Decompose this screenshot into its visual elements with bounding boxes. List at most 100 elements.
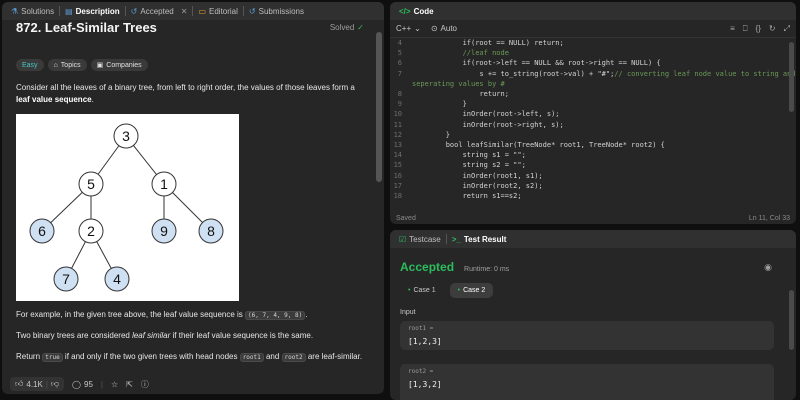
- line-number: 16: [393, 171, 402, 180]
- code-line[interactable]: 5 //leaf node: [390, 48, 796, 58]
- input-box-root2: root2 = [1,3,2]: [400, 364, 774, 400]
- line-text: inOrder(root->right, s);: [412, 120, 564, 129]
- return-d: are leaf-similar.: [305, 352, 363, 361]
- thumbs-down-icon[interactable]: 👎︎: [51, 379, 59, 389]
- like-count: 4.1K: [26, 379, 43, 389]
- help-icon[interactable]: ⓘ: [141, 379, 149, 390]
- language-label: C++: [396, 24, 412, 33]
- lock-icon: ⊙: [430, 24, 438, 33]
- tab-accepted[interactable]: ↺ Accepted ✕: [126, 2, 193, 20]
- line-number: 4: [397, 39, 402, 47]
- eye-icon[interactable]: ◉: [764, 262, 772, 273]
- code-line[interactable]: 8 return;: [390, 89, 796, 99]
- history-icon: ↺: [130, 6, 138, 16]
- case-tab-1[interactable]: • Case 1: [400, 283, 444, 298]
- return-text: Return true if and only if the two given…: [16, 351, 366, 364]
- code-panel: </> Code C++ ⌄ ⊙ Auto ≡ ⎕ {} ↻ ⤢ 4 if(ro…: [390, 2, 796, 224]
- problem-actions-bar: 👍︎ 4.1K | 👎︎ ◯ 95 | ☆ ⇱ ⓘ: [2, 374, 384, 394]
- result-scrollbar[interactable]: [789, 290, 794, 350]
- code-line[interactable]: 18 return s1==s2;: [390, 191, 796, 201]
- description-scrollbar[interactable]: [376, 32, 382, 182]
- code-line[interactable]: 6 if(root->left == NULL && root->right =…: [390, 58, 796, 68]
- line-text: return;: [412, 90, 509, 99]
- case-tab-2[interactable]: • Case 2: [449, 283, 494, 298]
- line-number: 18: [393, 192, 402, 201]
- code-line[interactable]: 7 s += to_string(root->val) + "#";// con…: [390, 69, 796, 89]
- companies-label: Companies: [106, 61, 142, 69]
- line-text: if(root->left == NULL && root->right == …: [412, 59, 661, 68]
- left-tab-bar: ⚗ Solutions ▤ Description ↺ Accepted ✕ ▭…: [2, 2, 384, 20]
- code-editor[interactable]: 4 if(root == NULL) return; 5 //leaf node 6…: [390, 38, 796, 208]
- share-icon[interactable]: ⇱: [126, 380, 133, 389]
- example-a: For example, in the given tree above, th…: [16, 310, 246, 319]
- tab-testcase[interactable]: ☑ Testcase: [394, 230, 446, 248]
- problem-intro: Consider all the leaves of a binary tree…: [16, 82, 366, 106]
- star-icon[interactable]: ☆: [111, 380, 118, 389]
- line-text: }: [412, 100, 467, 109]
- description-panel: ⚗ Solutions ▤ Description ↺ Accepted ✕ ▭…: [2, 2, 384, 394]
- solved-status: Solved ✓: [330, 23, 364, 32]
- code-line[interactable]: 17 inOrder(root2, s2);: [390, 181, 796, 191]
- tab-description-label: Description: [75, 6, 120, 16]
- close-icon[interactable]: ✕: [181, 7, 188, 16]
- lock-icon: ▣: [96, 62, 104, 69]
- tab-test-result[interactable]: >_ Test Result: [447, 230, 512, 248]
- thumbs-up-icon: 👍︎: [15, 379, 24, 388]
- line-text: inOrder(root1, s1);: [412, 171, 543, 180]
- history-icon: ↺: [248, 6, 256, 16]
- reset-icon[interactable]: ↻: [769, 24, 776, 34]
- tab-description[interactable]: ▤ Description: [60, 2, 125, 20]
- code-line[interactable]: 14 string s1 = "";: [390, 150, 796, 160]
- case-tabs: • Case 1 • Case 2: [400, 283, 494, 298]
- code-line[interactable]: 9 }: [390, 99, 796, 109]
- bookmark-icon[interactable]: ⎕: [743, 24, 748, 34]
- tree-node-label: 2: [87, 223, 95, 239]
- code-scrollbar[interactable]: [789, 42, 794, 112]
- line-text: string s1 = "";: [412, 151, 526, 160]
- result-tab-bar: ☑ Testcase >_ Test Result: [390, 230, 796, 248]
- code-line[interactable]: 12 }: [390, 130, 796, 140]
- language-select[interactable]: C++ ⌄: [396, 24, 421, 33]
- tab-submissions[interactable]: ↺ Submissions: [244, 2, 309, 20]
- code-line[interactable]: 11 inOrder(root->right, s);: [390, 120, 796, 130]
- tab-editorial[interactable]: ▭ Editorial: [193, 2, 242, 20]
- document-icon: ▤: [65, 6, 73, 16]
- code-line[interactable]: 13 bool leafSimilar(TreeNode* root1, Tre…: [390, 140, 796, 150]
- similar-b: if their leaf value sequence is the same…: [170, 331, 314, 340]
- code-line[interactable]: 10 inOrder(root->left, s);: [390, 109, 796, 119]
- check-circle-icon: ✓: [357, 23, 364, 32]
- tree-node: 8: [198, 218, 224, 244]
- code-line[interactable]: 4 if(root == NULL) return;: [390, 38, 796, 48]
- like-button[interactable]: 👍︎ 4.1K | 👎︎: [10, 377, 65, 391]
- case-2-label: Case 2: [463, 287, 486, 294]
- tree-node-label: 3: [122, 128, 130, 144]
- cursor-position: Ln 11, Col 33: [748, 215, 790, 222]
- terminal-icon: >_: [451, 234, 461, 244]
- topics-button[interactable]: ⌂ Topics: [47, 59, 87, 71]
- braces-icon[interactable]: {}: [756, 24, 761, 34]
- line-number: 17: [393, 181, 402, 190]
- save-status: Saved: [396, 215, 416, 222]
- tab-code[interactable]: </> Code: [394, 2, 439, 20]
- tab-accepted-label: Accepted: [140, 6, 174, 16]
- line-number: 13: [393, 141, 402, 150]
- line-number: 6: [397, 59, 402, 68]
- companies-button[interactable]: ▣ Companies: [90, 59, 148, 71]
- line-text: string s2 = "";: [412, 161, 526, 170]
- line-number: 5: [397, 49, 402, 58]
- book-icon: ▭: [198, 6, 206, 16]
- autocomplete-toggle[interactable]: ⊙ Auto: [431, 24, 457, 33]
- tree-node-label: 7: [62, 271, 70, 287]
- tab-solutions[interactable]: ⚗ Solutions: [6, 2, 59, 20]
- code-line[interactable]: 16 inOrder(root1, s1);: [390, 171, 796, 181]
- code-line[interactable]: 15 string s2 = "";: [390, 160, 796, 170]
- expand-icon[interactable]: ⤢: [784, 24, 790, 34]
- menu-icon[interactable]: ≡: [730, 24, 735, 34]
- comments-button[interactable]: ◯ 95: [72, 380, 93, 389]
- tab-code-label: Code: [413, 6, 434, 16]
- tab-testcase-label: Testcase: [409, 234, 441, 244]
- input-value: [1,2,3]: [408, 337, 442, 346]
- comment-count: 95: [84, 379, 93, 389]
- intro-bold: leaf value sequence: [16, 95, 92, 104]
- difficulty-badge: Easy: [16, 59, 44, 71]
